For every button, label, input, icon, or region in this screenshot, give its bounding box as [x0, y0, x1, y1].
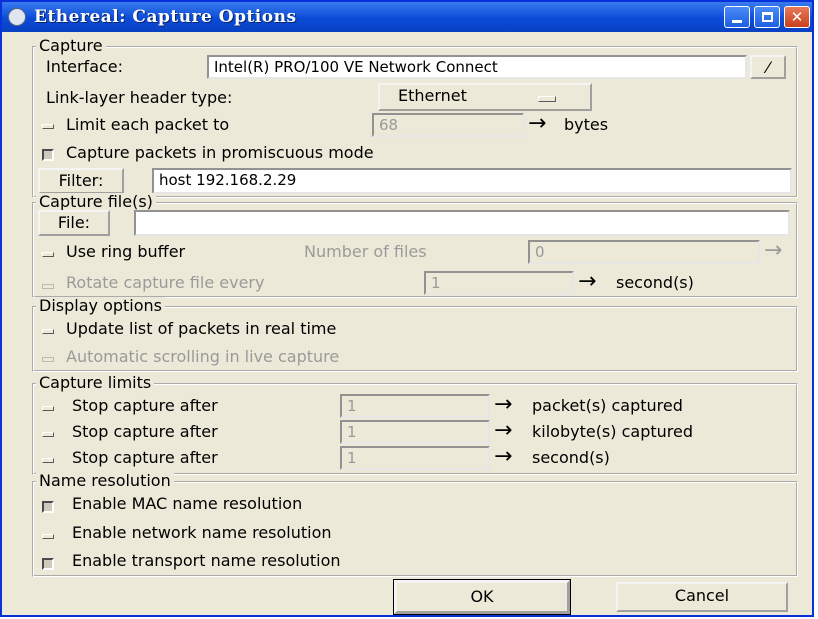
stop-kilobytes-unit: kilobyte(s) captured: [532, 422, 693, 441]
stop-packets-checkbox[interactable]: [42, 406, 54, 411]
spin-arrow-icon[interactable]: →: [528, 113, 546, 135]
option-menu-indicator-icon: [538, 96, 556, 102]
ring-buffer-label: Use ring buffer: [66, 242, 186, 261]
display-options-legend: Display options: [36, 297, 165, 315]
capture-limits-legend: Capture limits: [36, 374, 155, 392]
dropdown-arrow-icon: ⁄: [766, 58, 770, 77]
close-icon: ✕: [790, 8, 804, 26]
linklayer-label: Link-layer header type:: [46, 88, 233, 107]
stop-seconds-unit: second(s): [532, 448, 610, 467]
title-bar[interactable]: Ethereal: Capture Options ✕: [2, 2, 812, 32]
maximize-button[interactable]: [754, 6, 780, 28]
stop-seconds-spin[interactable]: 1: [340, 446, 490, 470]
limit-packet-label: Limit each packet to: [66, 115, 230, 134]
minimize-button[interactable]: [724, 6, 750, 28]
network-resolution-label: Enable network name resolution: [72, 523, 332, 542]
stop-packets-label: Stop capture after: [72, 396, 218, 415]
limit-unit-label: bytes: [564, 115, 609, 134]
rotate-label: Rotate capture file every: [66, 273, 265, 292]
network-resolution-checkbox[interactable]: [42, 534, 54, 539]
close-button[interactable]: ✕: [784, 6, 810, 28]
spin-arrow-icon[interactable]: →: [494, 420, 512, 442]
numfiles-spin[interactable]: 0: [528, 240, 760, 264]
rotate-spin[interactable]: 1: [424, 271, 574, 295]
spin-arrow-icon[interactable]: →: [494, 446, 512, 468]
update-list-label: Update list of packets in real time: [66, 319, 337, 338]
spin-arrow-icon[interactable]: →: [578, 271, 596, 293]
capture-files-legend: Capture file(s): [36, 193, 156, 211]
ok-button[interactable]: OK: [393, 579, 571, 615]
stop-packets-spin[interactable]: 1: [340, 394, 490, 418]
maximize-icon: [755, 7, 779, 27]
cancel-button[interactable]: Cancel: [616, 582, 788, 612]
mac-resolution-label: Enable MAC name resolution: [72, 494, 303, 513]
interface-label: Interface:: [46, 57, 124, 76]
stop-seconds-label: Stop capture after: [72, 448, 218, 467]
name-resolution-legend: Name resolution: [36, 472, 174, 490]
stop-kilobytes-label: Stop capture after: [72, 422, 218, 441]
linklayer-option-menu[interactable]: Ethernet: [378, 83, 592, 111]
stop-seconds-checkbox[interactable]: [42, 458, 54, 463]
capture-options-window: Ethereal: Capture Options ✕ Capture Inte…: [0, 0, 814, 617]
filter-input[interactable]: host 192.168.2.29: [152, 168, 792, 194]
file-button[interactable]: File:: [38, 210, 110, 236]
limit-packet-spin[interactable]: 68: [372, 113, 524, 137]
stop-packets-unit: packet(s) captured: [532, 396, 683, 415]
ring-buffer-checkbox[interactable]: [42, 252, 54, 257]
capture-legend: Capture: [36, 37, 106, 55]
rotate-unit-label: second(s): [616, 273, 694, 292]
stop-kilobytes-spin[interactable]: 1: [340, 420, 490, 444]
minimize-icon: [725, 7, 749, 27]
mac-resolution-checkbox[interactable]: [42, 501, 54, 513]
spin-arrow-icon[interactable]: →: [764, 240, 782, 262]
autoscroll-label: Automatic scrolling in live capture: [66, 347, 340, 366]
autoscroll-checkbox[interactable]: [42, 357, 54, 362]
transport-resolution-checkbox[interactable]: [42, 558, 54, 570]
promiscuous-checkbox[interactable]: [42, 149, 54, 161]
limit-packet-checkbox[interactable]: [42, 124, 54, 129]
update-list-checkbox[interactable]: [42, 329, 54, 334]
linklayer-value: Ethernet: [398, 86, 467, 105]
spin-arrow-icon[interactable]: →: [494, 394, 512, 416]
filter-button[interactable]: Filter:: [38, 168, 124, 194]
transport-resolution-label: Enable transport name resolution: [72, 551, 341, 570]
interface-combo[interactable]: Intel(R) PRO/100 VE Network Connect: [207, 55, 747, 79]
numfiles-label: Number of files: [304, 242, 427, 261]
promiscuous-label: Capture packets in promiscuous mode: [66, 143, 374, 162]
window-title: Ethereal: Capture Options: [34, 7, 297, 27]
interface-dropdown-button[interactable]: ⁄: [750, 55, 786, 79]
stop-kilobytes-checkbox[interactable]: [42, 432, 54, 437]
file-input[interactable]: [134, 210, 790, 236]
app-icon: [8, 8, 26, 26]
rotate-checkbox[interactable]: [42, 284, 54, 289]
